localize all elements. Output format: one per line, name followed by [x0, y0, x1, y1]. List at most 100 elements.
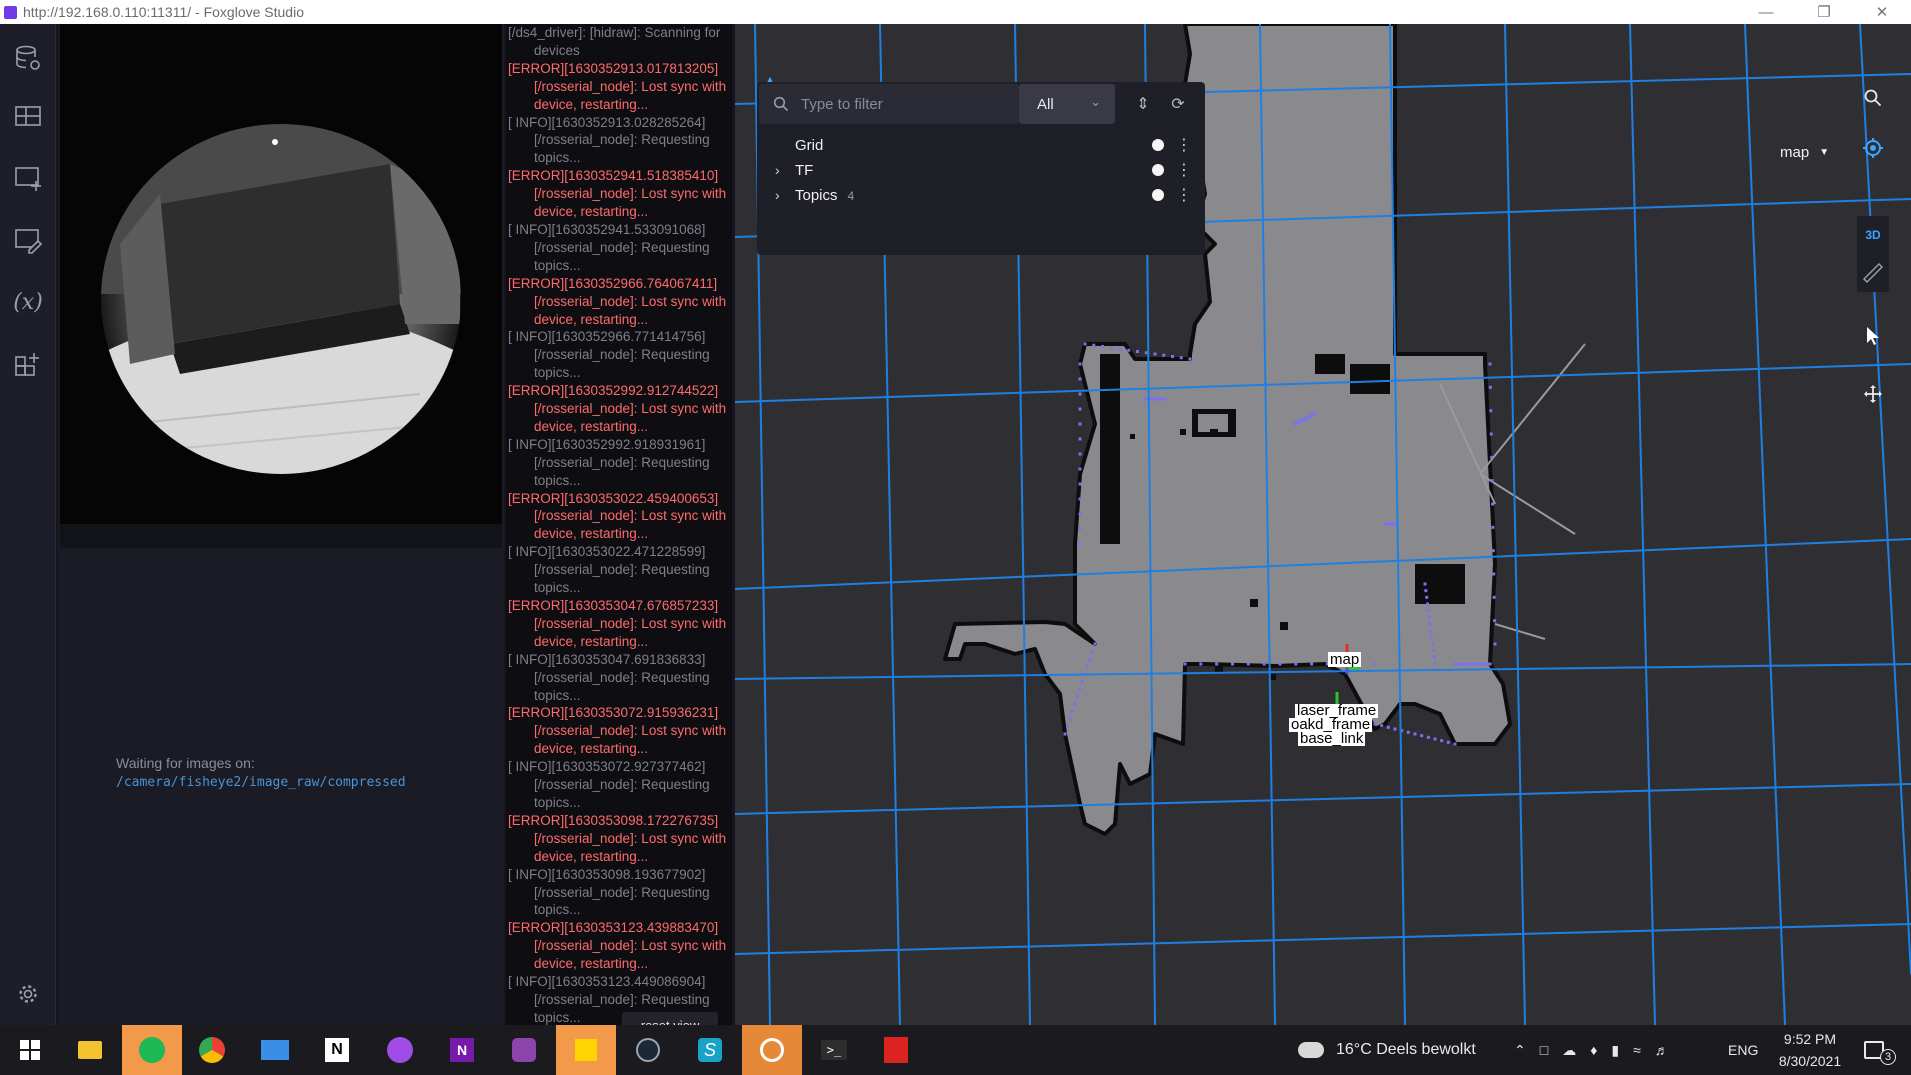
taskbar-slack[interactable]	[494, 1025, 554, 1075]
follow-frame-value: map	[1780, 143, 1810, 161]
taskbar-mail[interactable]	[245, 1025, 305, 1075]
layers-control: All ⌄ ⇕ ⟳ Grid ⋮ › TF ⋮ › Topics 4 ⋮	[757, 82, 1205, 255]
notifications-button[interactable]: 3	[1864, 1025, 1896, 1075]
scan-point	[1171, 355, 1174, 358]
layouts-button[interactable]	[8, 96, 48, 136]
scan-point	[1078, 467, 1082, 471]
taskbar-pdf[interactable]	[866, 1025, 926, 1075]
scan-point	[1489, 409, 1493, 413]
search-topics-button[interactable]	[1857, 82, 1889, 114]
scan-point	[1373, 722, 1377, 726]
layer-filter-select[interactable]: All ⌄	[1019, 84, 1115, 124]
data-source-button[interactable]	[8, 38, 48, 78]
more-options-icon[interactable]: ⋮	[1176, 185, 1192, 205]
wifi-icon[interactable]: ≈	[1633, 1042, 1641, 1058]
log-line: [ERROR][1630352992.912744522] [/rosseria…	[508, 383, 727, 434]
taskbar-steam[interactable]	[618, 1025, 678, 1075]
more-options-icon[interactable]: ⋮	[1176, 160, 1192, 180]
scan-point	[1446, 740, 1450, 744]
mode-3d-label: 3D	[1865, 228, 1881, 242]
log-line: [ INFO][1630353072.927377462] [/rosseria…	[508, 759, 710, 810]
rosout-log-panel[interactable]: [/ds4_driver]: [hidraw]: Scanning for de…	[506, 24, 732, 1025]
layer-row-topics[interactable]: › Topics 4 ⋮	[757, 180, 1205, 210]
filter-input[interactable]	[801, 95, 1001, 113]
more-options-icon[interactable]: ⋮	[1176, 135, 1192, 155]
follow-frame-select[interactable]: map ▼	[1780, 136, 1829, 168]
taskbar-onenote[interactable]: N	[432, 1025, 492, 1075]
taskbar-spotify[interactable]	[122, 1025, 182, 1075]
taskbar-messenger[interactable]	[370, 1025, 430, 1075]
scan-point	[1380, 724, 1384, 728]
gear-icon	[19, 985, 37, 1003]
visibility-toggle[interactable]	[1152, 139, 1164, 151]
restore-button[interactable]: ❐	[1795, 0, 1853, 24]
image-panel[interactable]: Waiting for images on: /camera/fisheye2/…	[58, 24, 504, 1025]
scan-point	[1313, 412, 1317, 416]
chevron-up-icon[interactable]: ⌃	[1514, 1042, 1526, 1059]
gift-icon[interactable]: ♦	[1590, 1042, 1597, 1058]
clock-time: 9:52 PM	[1783, 1031, 1837, 1047]
window-titlebar: http://192.168.0.110:11311/ - Foxglove S…	[0, 0, 1911, 24]
scan-point	[1491, 525, 1495, 529]
visibility-toggle[interactable]	[1152, 164, 1164, 176]
scan-point	[1431, 642, 1434, 646]
close-window-button[interactable]: ✕	[1853, 0, 1911, 24]
measure-button[interactable]	[1857, 254, 1889, 292]
app-settings-button[interactable]	[8, 974, 48, 1014]
scan-point	[1431, 649, 1435, 653]
messenger-icon	[387, 1037, 413, 1063]
windows-logo-icon	[20, 1040, 40, 1060]
minimize-button[interactable]: —	[1737, 0, 1795, 24]
scan-point	[1078, 527, 1082, 531]
cloud-icon[interactable]: ☁	[1562, 1042, 1576, 1059]
layer-filter[interactable]	[759, 84, 1019, 124]
ruler-icon	[1862, 262, 1884, 284]
chevron-down-icon: ⌄	[1090, 94, 1101, 109]
publish-pose-button[interactable]	[1857, 378, 1889, 410]
follow-target-button[interactable]	[1857, 132, 1889, 164]
scan-point	[1426, 735, 1430, 739]
toggle-3d-button[interactable]: 3D	[1857, 216, 1889, 254]
scan-point	[1393, 727, 1397, 731]
start-button[interactable]	[0, 1025, 60, 1075]
taskbar-notion[interactable]: N	[307, 1025, 367, 1075]
scan-point	[1068, 717, 1072, 721]
clock[interactable]: 9:52 PM 8/30/2021	[1775, 1025, 1845, 1075]
taskbar-foxglove[interactable]	[742, 1025, 802, 1075]
scan-point	[1490, 455, 1494, 459]
chevron-right-icon[interactable]: ›	[775, 162, 780, 178]
sticky-notes-icon	[575, 1039, 597, 1061]
panel-settings-button[interactable]	[8, 220, 48, 260]
visibility-toggle[interactable]	[1152, 189, 1164, 201]
battery-icon[interactable]: ▮	[1611, 1042, 1619, 1059]
scan-point	[1078, 377, 1082, 381]
extensions-button[interactable]	[8, 344, 48, 384]
reset-layers-button[interactable]: ⟳	[1167, 92, 1189, 116]
foxglove-icon	[760, 1038, 784, 1062]
layout-icon	[15, 106, 41, 126]
taskbar-s-app[interactable]: S	[680, 1025, 740, 1075]
layer-label: Grid	[795, 136, 824, 154]
log-line: [ INFO][1630353098.193677902] [/rosseria…	[508, 866, 710, 918]
volume-icon[interactable]: ♬	[1655, 1042, 1669, 1058]
taskbar-sticky-notes[interactable]	[556, 1025, 616, 1075]
device-icon[interactable]: □	[1540, 1042, 1548, 1058]
taskbar-chrome[interactable]	[182, 1025, 242, 1075]
chevron-right-icon[interactable]: ›	[775, 187, 780, 203]
scan-point	[1101, 345, 1104, 348]
add-panel-button[interactable]	[8, 158, 48, 198]
taskbar-terminal[interactable]: >_	[804, 1025, 864, 1075]
language-indicator[interactable]: ENG	[1728, 1025, 1758, 1075]
taskbar-file-explorer[interactable]	[60, 1025, 120, 1075]
scan-point	[1492, 572, 1496, 576]
select-tool-button[interactable]	[1857, 320, 1889, 352]
scan-point	[1078, 512, 1082, 516]
variables-button[interactable]: (x)	[8, 282, 48, 322]
scan-point	[1078, 542, 1082, 546]
weather-widget[interactable]: 16°C Deels bewolkt	[1298, 1025, 1476, 1075]
layer-name: TF	[795, 162, 813, 179]
caret-down-icon: ▼	[1819, 146, 1830, 158]
window-title: http://192.168.0.110:11311/ - Foxglove S…	[23, 4, 304, 20]
expand-collapse-button[interactable]: ⇕	[1132, 92, 1154, 116]
scan-point	[1488, 662, 1492, 666]
